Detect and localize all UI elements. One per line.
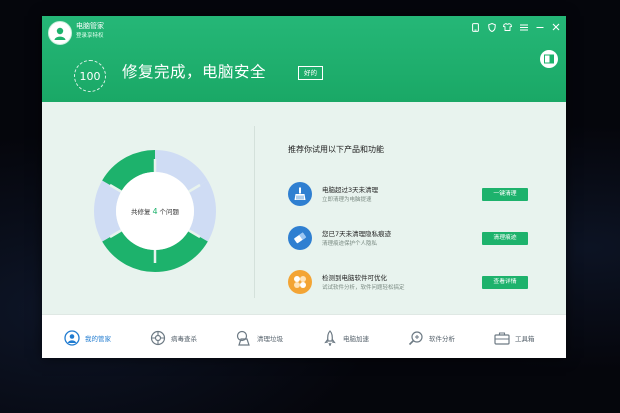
recommend-main: 您已7天未清理隐私痕迹 (322, 230, 392, 238)
recommend-item-software: 检测到电脑软件可优化 试试软件分析，软件问题轻松搞定 查看详情 (288, 270, 528, 298)
recommend-item-privacy: 您已7天未清理隐私痕迹 清理痕迹保护个人隐私 清理痕迹 (288, 226, 528, 254)
rocket-icon (322, 330, 338, 346)
nav-label: 软件分析 (429, 335, 455, 343)
bottom-nav: 我的管家 病毒查杀 清理垃圾 电脑加速 软件分析 工具箱 (42, 314, 566, 358)
status-title: 修复完成，电脑安全 (122, 63, 267, 81)
software-search-icon (408, 330, 424, 346)
butler-icon (64, 330, 80, 346)
shield-icon[interactable] (487, 22, 496, 32)
nav-cleanup[interactable]: 清理垃圾 (236, 328, 283, 348)
security-score: 100 (74, 60, 106, 92)
virus-scan-icon (150, 330, 166, 346)
menu-icon[interactable] (519, 23, 528, 32)
main-content: 共修复 4 个问题 推荐你试用以下产品和功能 电脑超过3天未清理 立即清理为电脑… (42, 102, 566, 314)
nav-label: 我的管家 (85, 335, 111, 343)
nav-label: 病毒查杀 (171, 335, 197, 343)
close-icon[interactable] (551, 23, 560, 32)
app-title: 电脑管家 (76, 22, 104, 30)
phone-icon[interactable] (471, 22, 480, 32)
nav-my-butler[interactable]: 我的管家 (64, 328, 111, 348)
summary-prefix: 共修复 (130, 208, 151, 216)
donut-segment-5 (94, 180, 122, 242)
recommend-main: 检测到电脑软件可优化 (322, 274, 387, 282)
nav-speedup[interactable]: 电脑加速 (322, 328, 369, 348)
recommend-item-cleanup: 电脑超过3天未清理 立即清理为电脑提速 一键清理 (288, 182, 528, 210)
minimize-icon[interactable] (535, 23, 544, 32)
nav-software-analysis[interactable]: 软件分析 (408, 328, 455, 348)
eraser-icon (288, 226, 312, 250)
status-badge[interactable]: 好的 (298, 66, 323, 80)
header: 电脑管家 登录享特权 100 修复完成，电脑安全 好的 (42, 16, 566, 102)
panel-toggle-icon (544, 54, 554, 64)
recommend-desc: 试试软件分析，软件问题轻松搞定 (322, 285, 405, 291)
recommend-main: 电脑超过3天未清理 (322, 186, 379, 194)
recommend-desc: 清理痕迹保护个人隐私 (322, 241, 378, 247)
donut-segment-2 (188, 180, 216, 242)
recommend-title: 推荐你试用以下产品和功能 (288, 145, 384, 154)
nav-toolbox[interactable]: 工具箱 (494, 328, 535, 348)
nav-label: 工具箱 (515, 335, 535, 343)
software-analysis-icon (288, 270, 312, 294)
cleanup-icon (236, 330, 252, 346)
shirt-icon[interactable] (503, 23, 512, 32)
user-icon (54, 27, 66, 40)
nav-label: 电脑加速 (343, 335, 369, 343)
titlebar-controls (471, 22, 560, 32)
summary-suffix: 个问题 (159, 208, 180, 216)
toolbox-icon (494, 330, 510, 346)
nav-virus-scan[interactable]: 病毒查杀 (150, 328, 197, 348)
clean-traces-button[interactable]: 清理痕迹 (482, 232, 528, 245)
broom-icon (288, 182, 312, 206)
avatar[interactable] (48, 21, 72, 45)
divider (254, 126, 255, 298)
login-link[interactable]: 登录享特权 (76, 33, 104, 40)
side-panel-button[interactable] (540, 50, 558, 68)
donut-summary: 共修复 4 个问题 (118, 174, 192, 248)
cleanup-button[interactable]: 一键清理 (482, 188, 528, 201)
summary-count: 4 (152, 206, 158, 216)
repair-donut: 共修复 4 个问题 (90, 146, 220, 276)
view-details-button[interactable]: 查看详情 (482, 276, 528, 289)
app-window: 电脑管家 登录享特权 100 修复完成，电脑安全 好的 共修复 4 个问题 推荐… (42, 16, 566, 358)
recommend-desc: 立即清理为电脑提速 (322, 197, 372, 203)
nav-label: 清理垃圾 (257, 335, 283, 343)
